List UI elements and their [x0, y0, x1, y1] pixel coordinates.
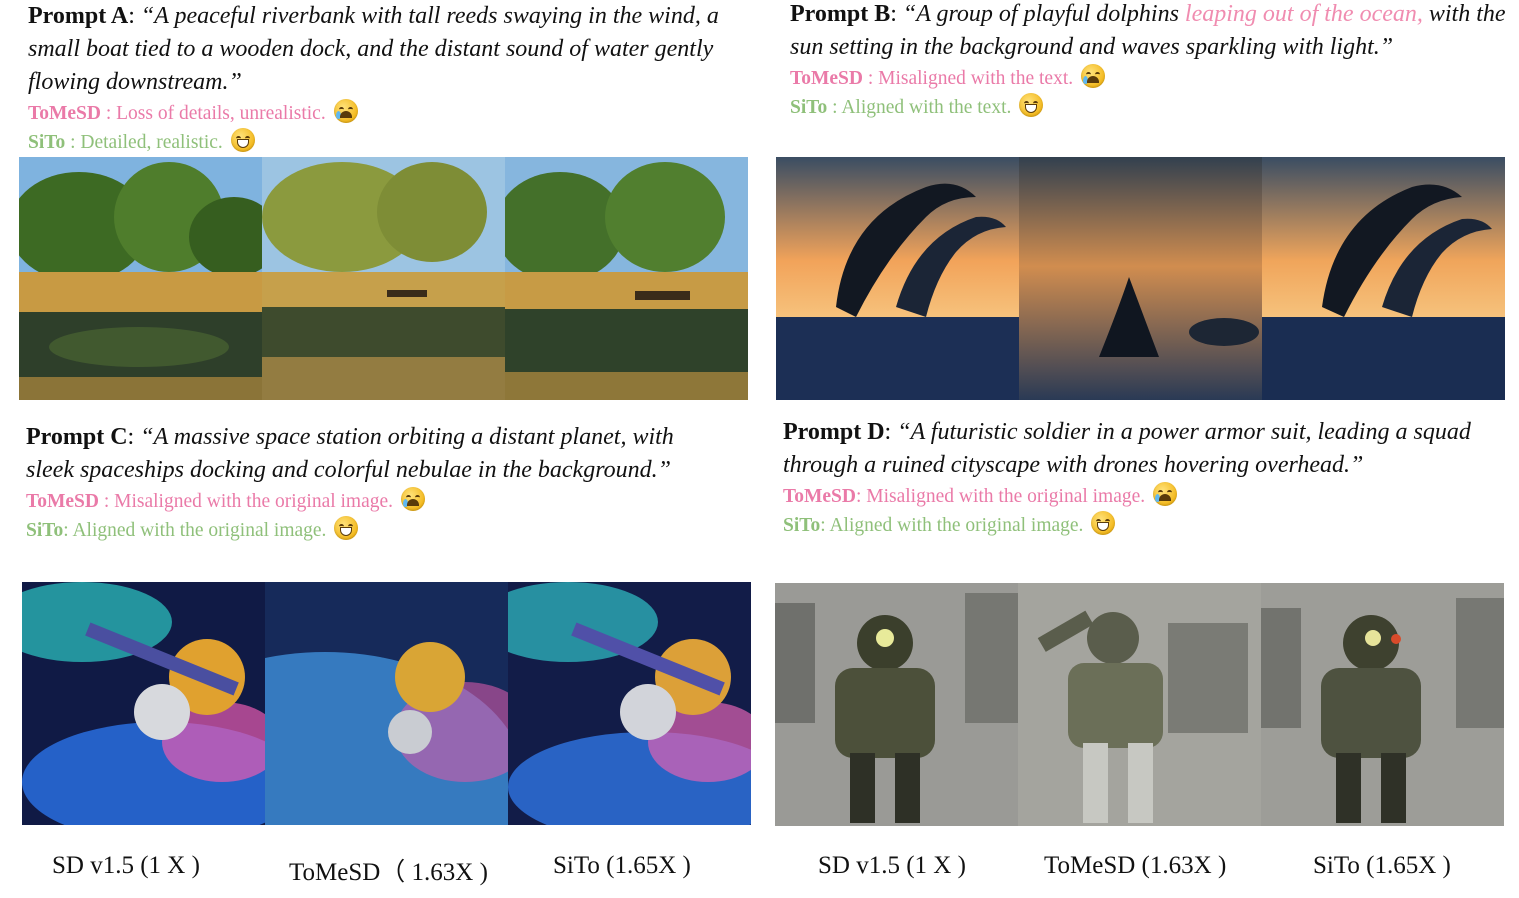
caption-right-sito: SiTo (1.65X )	[1313, 852, 1451, 879]
prompt-a-text: Prompt A: “A peaceful riverbank with tal…	[28, 3, 719, 95]
image-sito-soldier	[1261, 583, 1504, 826]
image-tomesd-space	[265, 582, 508, 825]
prompt-quote: “A peaceful riverbank with tall reeds sw…	[28, 3, 719, 95]
caption-left-tomesd: ToMeSD（ 1.63X )	[289, 859, 488, 886]
prompt-quote: “A futuristic soldier in a power armor s…	[783, 419, 1471, 478]
image-sd-space	[22, 582, 265, 825]
prompt-c-text: Prompt C: “A massive space station orbit…	[26, 424, 674, 483]
image-sd-soldier	[775, 583, 1018, 826]
caption-right-tomesd: ToMeSD (1.63X )	[1044, 852, 1227, 879]
tomesd-note: ToMeSD : Misaligned with the original im…	[26, 487, 726, 516]
sito-note: SiTo: Aligned with the original image.	[26, 516, 726, 545]
grinning-face-icon	[1019, 93, 1044, 117]
tomesd-note: ToMeSD: Misaligned with the original ima…	[783, 482, 1503, 511]
caption-right-sd: SD v1.5 (1 X )	[818, 852, 966, 879]
grinning-face-icon	[230, 128, 255, 152]
image-sito-river	[505, 157, 748, 400]
crying-face-icon	[333, 99, 358, 123]
prompt-highlight: leaping out of the ocean,	[1184, 1, 1423, 27]
image-tomesd-soldier	[1018, 583, 1261, 826]
prompt-label: Prompt C	[26, 424, 128, 450]
image-strip-b	[776, 157, 1505, 400]
panel-prompt-a: Prompt A: “A peaceful riverbank with tal…	[28, 0, 758, 157]
image-strip-a	[19, 157, 748, 400]
prompt-label: Prompt D	[783, 419, 885, 445]
image-sd-dolphin	[776, 157, 1019, 400]
grinning-face-icon	[1091, 511, 1116, 535]
image-tomesd-river	[262, 157, 505, 400]
caption-left-sd: SD v1.5 (1 X )	[52, 852, 200, 879]
grinning-face-icon	[334, 516, 359, 540]
image-sd-river	[19, 157, 262, 400]
crying-face-icon	[401, 487, 426, 511]
image-strip-d	[775, 583, 1504, 826]
prompt-quote: “A group of playful dolphins	[902, 1, 1185, 27]
caption-left-sito: SiTo (1.65X )	[553, 852, 691, 879]
image-sito-dolphin	[1262, 157, 1505, 400]
panel-prompt-c: Prompt C: “A massive space station orbit…	[26, 421, 726, 545]
image-sito-space	[508, 582, 751, 825]
panel-prompt-d: Prompt D: “A futuristic soldier in a pow…	[783, 416, 1503, 540]
panel-prompt-b: Prompt B: “A group of playful dolphins l…	[790, 0, 1515, 122]
crying-face-icon	[1153, 482, 1178, 506]
sito-note: SiTo : Detailed, realistic.	[28, 128, 758, 157]
prompt-label: Prompt B	[790, 1, 891, 27]
tomesd-note: ToMeSD : Misaligned with the text.	[790, 64, 1515, 93]
image-tomesd-dolphin	[1019, 157, 1262, 400]
sito-note: SiTo : Aligned with the text.	[790, 93, 1515, 122]
sito-note: SiTo: Aligned with the original image.	[783, 511, 1503, 540]
prompt-label: Prompt A	[28, 3, 129, 29]
prompt-d-text: Prompt D: “A futuristic soldier in a pow…	[783, 419, 1471, 478]
crying-face-icon	[1081, 64, 1106, 88]
image-strip-c	[22, 582, 751, 825]
tomesd-note: ToMeSD : Loss of details, unrealistic.	[28, 99, 758, 128]
prompt-b-text: Prompt B: “A group of playful dolphins l…	[790, 1, 1506, 60]
